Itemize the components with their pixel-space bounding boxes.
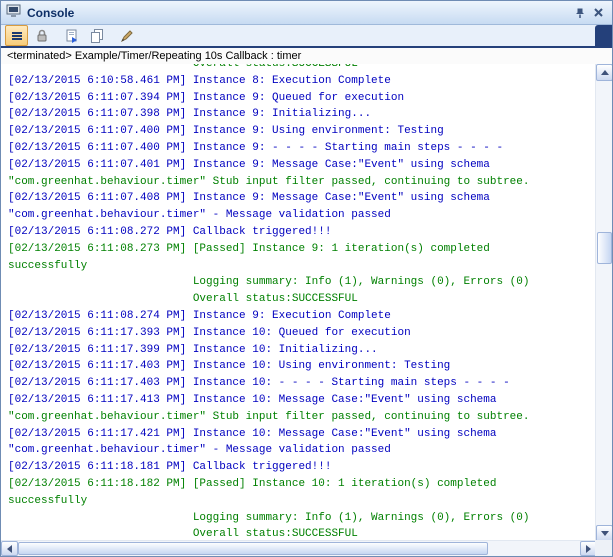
console-line: Logging summary: Info (1), Warnings (0),…: [8, 511, 530, 524]
console-toolbar: [1, 25, 612, 46]
arrow-down-icon: [600, 531, 609, 536]
view-title: Console: [27, 5, 75, 20]
console-line: successfully: [8, 259, 88, 272]
process-status-line: <terminated> Example/Timer/Repeating 10s…: [1, 48, 612, 64]
console-line: "com.greenhat.behaviour.timer" Stub inpu…: [8, 410, 530, 423]
console-output: Overall status:SUCCESSFUL [02/13/2015 6:1…: [1, 64, 597, 542]
copy-icon: [90, 28, 103, 43]
console-line: Overall status:SUCCESSFUL: [8, 293, 358, 306]
console-line: [02/13/2015 6:11:07.394 PM] Instance 9: …: [8, 91, 405, 104]
console-line: [02/13/2015 6:11:18.181 PM] Callback tri…: [8, 461, 332, 474]
view-title-bar: Console: [1, 1, 612, 25]
scroll-lock-button[interactable]: [30, 25, 53, 46]
console-line: [02/13/2015 6:11:08.272 PM] Callback tri…: [8, 225, 332, 238]
console-line: "com.greenhat.behaviour.timer" - Message…: [8, 209, 391, 222]
copy-console-button[interactable]: [85, 25, 108, 46]
scrollbar-corner: [595, 540, 612, 556]
scroll-left-button[interactable]: [1, 541, 18, 556]
pin-icon[interactable]: [571, 4, 589, 22]
console-menu-button[interactable]: [5, 25, 28, 46]
console-line: [02/13/2015 6:11:17.393 PM] Instance 10:…: [8, 326, 411, 339]
console-line: [02/13/2015 6:11:17.413 PM] Instance 10:…: [8, 393, 497, 406]
console-line: [02/13/2015 6:10:58.461 PM] Instance 8: …: [8, 74, 391, 87]
open-log-icon: [66, 29, 77, 43]
console-line: Overall status:SUCCESSFUL: [8, 64, 358, 70]
toolbar-edge-accent: [595, 25, 612, 46]
clear-console-icon: [120, 29, 133, 42]
console-text-area[interactable]: Overall status:SUCCESSFUL [02/13/2015 6:1…: [1, 64, 597, 542]
console-line: [02/13/2015 6:11:07.400 PM] Instance 9: …: [8, 125, 444, 138]
arrow-left-icon: [7, 544, 12, 553]
console-line: [02/13/2015 6:11:07.401 PM] Instance 9: …: [8, 158, 490, 171]
scroll-lock-icon: [37, 29, 46, 41]
menu-icon: [11, 31, 22, 40]
console-line: [02/13/2015 6:11:07.400 PM] Instance 9: …: [8, 141, 504, 154]
console-line: [02/13/2015 6:11:17.403 PM] Instance 10:…: [8, 377, 510, 390]
console-line: [02/13/2015 6:11:07.398 PM] Instance 9: …: [8, 108, 372, 121]
console-line: [02/13/2015 6:11:17.421 PM] Instance 10:…: [8, 427, 497, 440]
console-view: Console <terminated> Example/Timer/Repea…: [0, 0, 613, 557]
console-line: "com.greenhat.behaviour.timer" Stub inpu…: [8, 175, 530, 188]
console-icon: [6, 2, 22, 23]
console-line: [02/13/2015 6:11:17.399 PM] Instance 10:…: [8, 343, 378, 356]
console-line: "com.greenhat.behaviour.timer" - Message…: [8, 444, 391, 457]
open-log-button[interactable]: [60, 25, 83, 46]
scroll-up-button[interactable]: [596, 64, 612, 81]
arrow-up-icon: [600, 70, 609, 75]
arrow-right-icon: [586, 544, 591, 553]
console-line: [02/13/2015 6:11:07.408 PM] Instance 9: …: [8, 192, 490, 205]
vertical-scrollbar[interactable]: [595, 64, 612, 542]
console-line: Logging summary: Info (1), Warnings (0),…: [8, 276, 530, 289]
console-line: [02/13/2015 6:11:08.273 PM] [Passed] Ins…: [8, 242, 490, 255]
console-line: [02/13/2015 6:11:18.182 PM] [Passed] Ins…: [8, 477, 497, 490]
console-line: successfully: [8, 494, 88, 507]
close-icon[interactable]: [589, 4, 607, 22]
console-line: [02/13/2015 6:11:17.403 PM] Instance 10:…: [8, 360, 451, 373]
horizontal-scrollbar-thumb[interactable]: [18, 542, 488, 555]
console-line: [02/13/2015 6:11:08.274 PM] Instance 9: …: [8, 309, 391, 322]
clear-console-button[interactable]: [115, 25, 138, 46]
vertical-scrollbar-thumb[interactable]: [597, 232, 612, 264]
horizontal-scrollbar[interactable]: [1, 540, 597, 556]
